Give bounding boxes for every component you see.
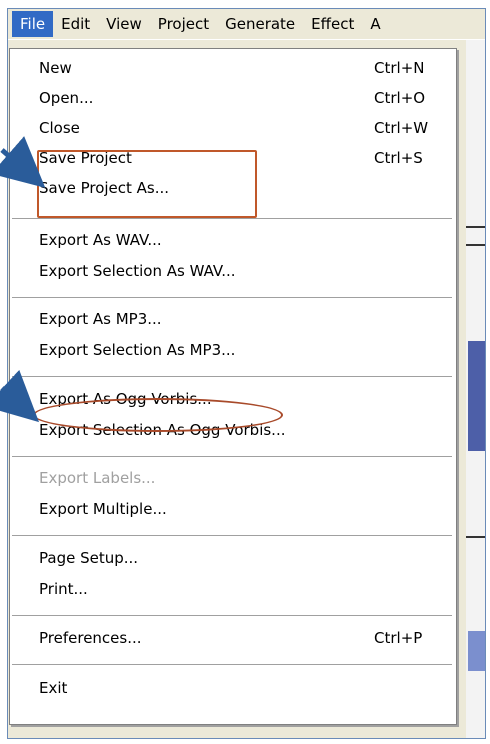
arrow-icon [0,136,46,188]
callout-arrows [0,136,46,423]
arrow-icon [0,369,40,423]
